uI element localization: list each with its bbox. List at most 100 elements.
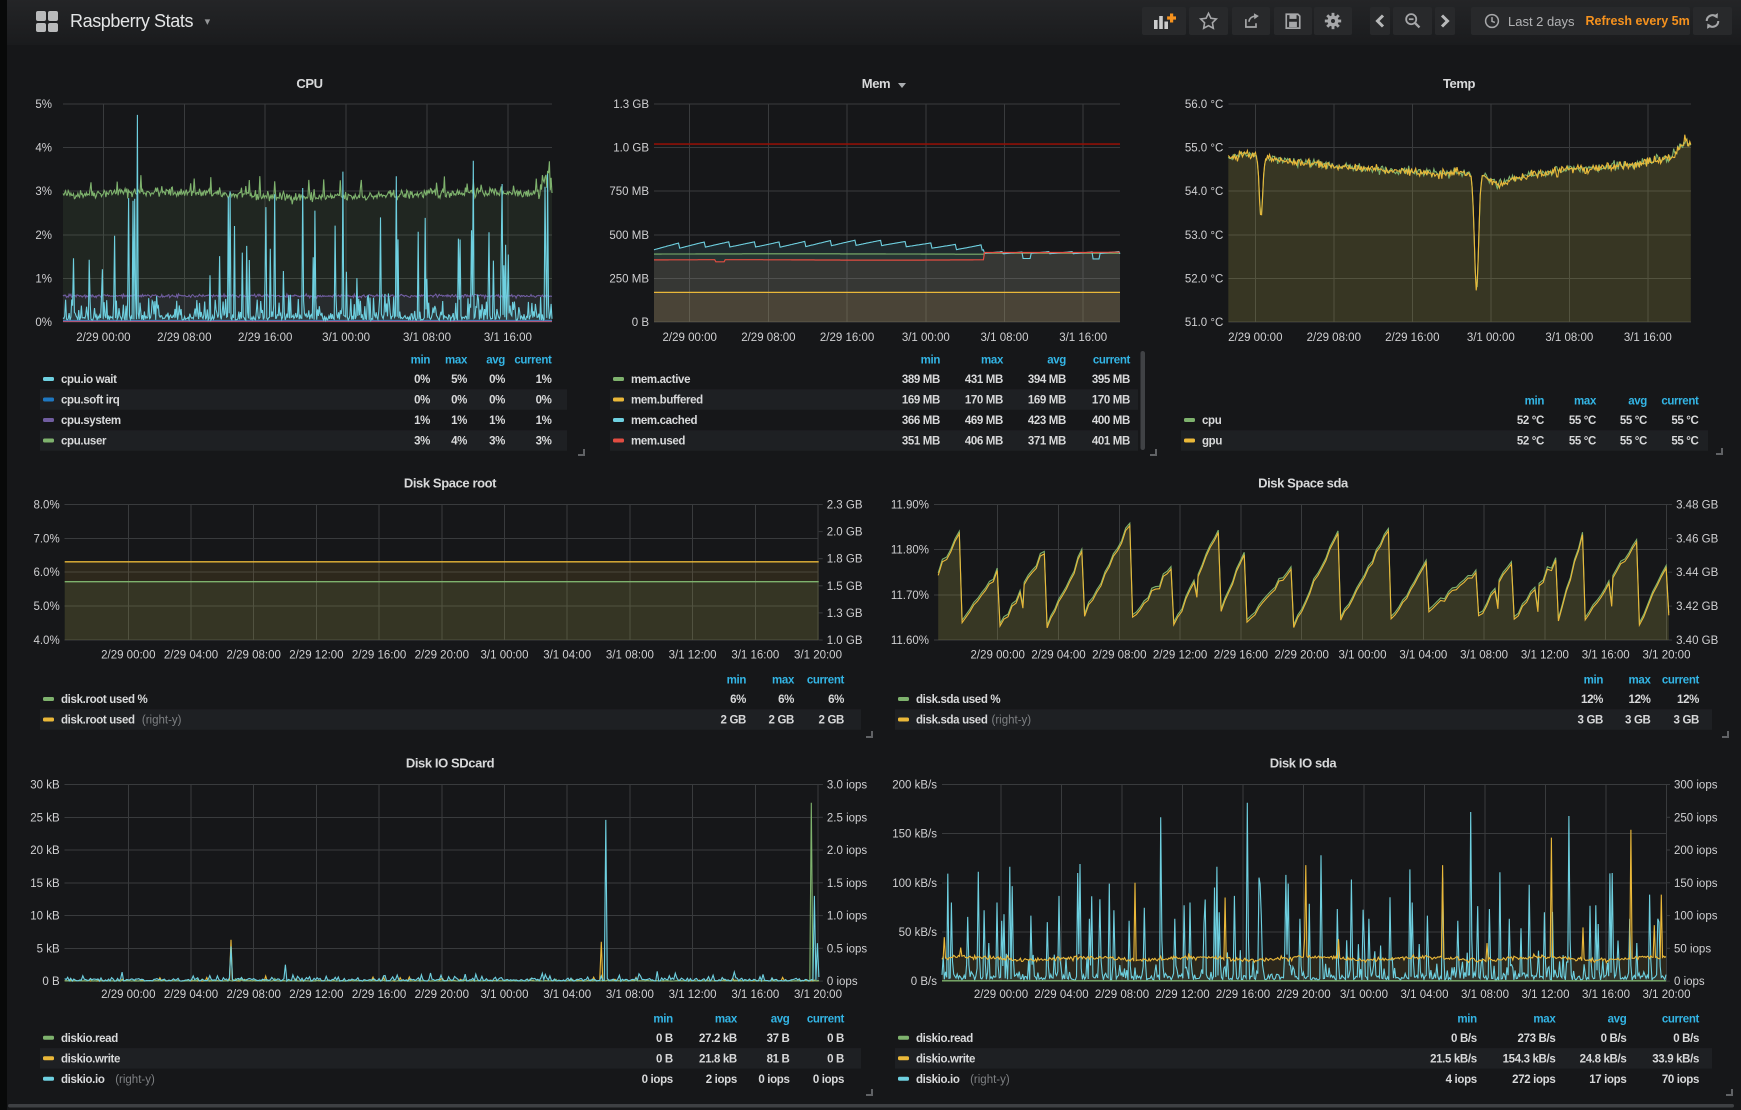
svg-text:6%: 6% [828, 694, 844, 706]
svg-text:min: min [1525, 396, 1545, 408]
svg-text:2/29 04:00: 2/29 04:00 [1031, 650, 1085, 662]
svg-text:disk.root used %: disk.root used % [61, 694, 148, 706]
svg-text:cpu.soft irq: cpu.soft irq [61, 395, 120, 407]
svg-text:avg: avg [771, 1014, 790, 1026]
svg-text:0%: 0% [489, 374, 505, 386]
svg-text:disk.root used: disk.root used [61, 715, 135, 727]
svg-text:0 iops: 0 iops [758, 1074, 789, 1086]
svg-text:min: min [411, 355, 431, 367]
svg-text:401 MB: 401 MB [1092, 436, 1130, 448]
svg-text:394 MB: 394 MB [1028, 374, 1066, 386]
svg-text:2/29 04:00: 2/29 04:00 [1034, 989, 1088, 1001]
svg-text:3/1 20:00: 3/1 20:00 [794, 989, 842, 1001]
svg-text:0%: 0% [489, 395, 505, 407]
svg-text:5%: 5% [451, 374, 467, 386]
svg-text:3.44 GB: 3.44 GB [1676, 567, 1719, 579]
svg-text:4.0%: 4.0% [33, 635, 59, 647]
svg-text:2/29 08:00: 2/29 08:00 [157, 332, 211, 344]
svg-text:150 iops: 150 iops [1674, 878, 1718, 890]
svg-text:170 MB: 170 MB [1092, 395, 1130, 407]
svg-text:170 MB: 170 MB [965, 395, 1003, 407]
svg-text:2/29 12:00: 2/29 12:00 [289, 989, 343, 1001]
svg-text:3/1 20:00: 3/1 20:00 [794, 650, 842, 662]
svg-text:6%: 6% [730, 694, 746, 706]
svg-text:3/1 12:00: 3/1 12:00 [669, 650, 717, 662]
svg-text:1%: 1% [489, 415, 505, 427]
svg-text:3/1 16:00: 3/1 16:00 [484, 332, 532, 344]
svg-text:2/29 04:00: 2/29 04:00 [164, 650, 218, 662]
svg-text:406 MB: 406 MB [965, 436, 1003, 448]
svg-text:3/1 16:00: 3/1 16:00 [1059, 332, 1107, 344]
svg-text:366 MB: 366 MB [902, 415, 940, 427]
svg-text:17 iops: 17 iops [1589, 1074, 1626, 1086]
svg-text:min: min [727, 675, 747, 687]
svg-text:2 GB: 2 GB [721, 715, 746, 727]
svg-text:current: current [514, 355, 552, 367]
svg-text:2/29 04:00: 2/29 04:00 [164, 989, 218, 1001]
svg-text:3 GB: 3 GB [1674, 715, 1699, 727]
svg-text:2/29 00:00: 2/29 00:00 [76, 332, 130, 344]
svg-text:3/1 08:00: 3/1 08:00 [1460, 650, 1508, 662]
svg-text:cpu.io wait: cpu.io wait [61, 374, 117, 386]
svg-text:1.0 GB: 1.0 GB [613, 143, 649, 155]
svg-text:diskio.io: diskio.io [61, 1074, 105, 1086]
svg-text:33.9 kB/s: 33.9 kB/s [1652, 1054, 1699, 1066]
svg-text:150 kB/s: 150 kB/s [892, 829, 937, 841]
svg-text:55 °C: 55 °C [1569, 415, 1596, 427]
svg-text:5 kB: 5 kB [37, 943, 60, 955]
svg-text:mem.used: mem.used [631, 436, 685, 448]
svg-text:3 GB: 3 GB [1578, 715, 1603, 727]
svg-text:Disk Space root: Disk Space root [404, 476, 497, 491]
svg-text:0%: 0% [536, 395, 552, 407]
svg-text:max: max [981, 355, 1004, 367]
svg-text:0 B: 0 B [827, 1054, 844, 1066]
svg-text:3/1 12:00: 3/1 12:00 [1521, 650, 1569, 662]
svg-text:3.40 GB: 3.40 GB [1676, 635, 1719, 647]
svg-text:max: max [772, 675, 795, 687]
svg-text:2/29 08:00: 2/29 08:00 [1095, 989, 1149, 1001]
svg-text:current: current [807, 675, 845, 687]
svg-text:21.8 kB: 21.8 kB [699, 1054, 737, 1066]
svg-text:min: min [1584, 675, 1604, 687]
svg-text:1%: 1% [536, 374, 552, 386]
svg-text:mem.active: mem.active [631, 374, 690, 386]
svg-text:24.8 kB/s: 24.8 kB/s [1580, 1054, 1627, 1066]
svg-text:3%: 3% [489, 436, 505, 448]
svg-text:0 B/s: 0 B/s [1601, 1033, 1627, 1045]
svg-text:3%: 3% [536, 436, 552, 448]
svg-text:12%: 12% [1581, 694, 1603, 706]
svg-text:3/1 00:00: 3/1 00:00 [481, 989, 529, 1001]
svg-text:4 iops: 4 iops [1446, 1074, 1477, 1086]
svg-text:11.80%: 11.80% [891, 545, 929, 557]
svg-text:400 MB: 400 MB [1092, 415, 1130, 427]
svg-text:371 MB: 371 MB [1028, 436, 1066, 448]
svg-text:2/29 08:00: 2/29 08:00 [227, 650, 281, 662]
svg-text:3/1 08:00: 3/1 08:00 [403, 332, 451, 344]
svg-text:2/29 00:00: 2/29 00:00 [974, 989, 1028, 1001]
svg-text:12%: 12% [1677, 694, 1699, 706]
svg-text:(right-y): (right-y) [970, 1074, 1010, 1086]
svg-text:431 MB: 431 MB [965, 374, 1003, 386]
svg-text:cpu: cpu [1202, 415, 1222, 427]
svg-text:3%: 3% [414, 436, 430, 448]
svg-text:(right-y): (right-y) [992, 715, 1032, 727]
svg-text:current: current [1093, 355, 1131, 367]
svg-text:diskio.read: diskio.read [61, 1033, 118, 1045]
svg-text:1.8 GB: 1.8 GB [827, 554, 863, 566]
svg-text:Mem: Mem [862, 76, 890, 91]
svg-text:81 B: 81 B [767, 1054, 790, 1066]
svg-text:1%: 1% [35, 273, 52, 285]
svg-text:200 iops: 200 iops [1674, 845, 1718, 857]
svg-text:avg: avg [1628, 396, 1647, 408]
svg-text:70 iops: 70 iops [1662, 1074, 1699, 1086]
svg-text:4%: 4% [35, 143, 52, 155]
svg-text:0%: 0% [414, 395, 430, 407]
svg-text:21.5 kB/s: 21.5 kB/s [1430, 1054, 1477, 1066]
svg-text:3.46 GB: 3.46 GB [1676, 533, 1719, 545]
svg-text:max: max [715, 1014, 738, 1026]
svg-text:3/1 16:00: 3/1 16:00 [1624, 332, 1672, 344]
svg-text:351 MB: 351 MB [902, 436, 940, 448]
svg-text:52.0 °C: 52.0 °C [1185, 273, 1223, 285]
svg-text:2.3 GB: 2.3 GB [827, 500, 863, 512]
svg-text:0%: 0% [414, 374, 430, 386]
